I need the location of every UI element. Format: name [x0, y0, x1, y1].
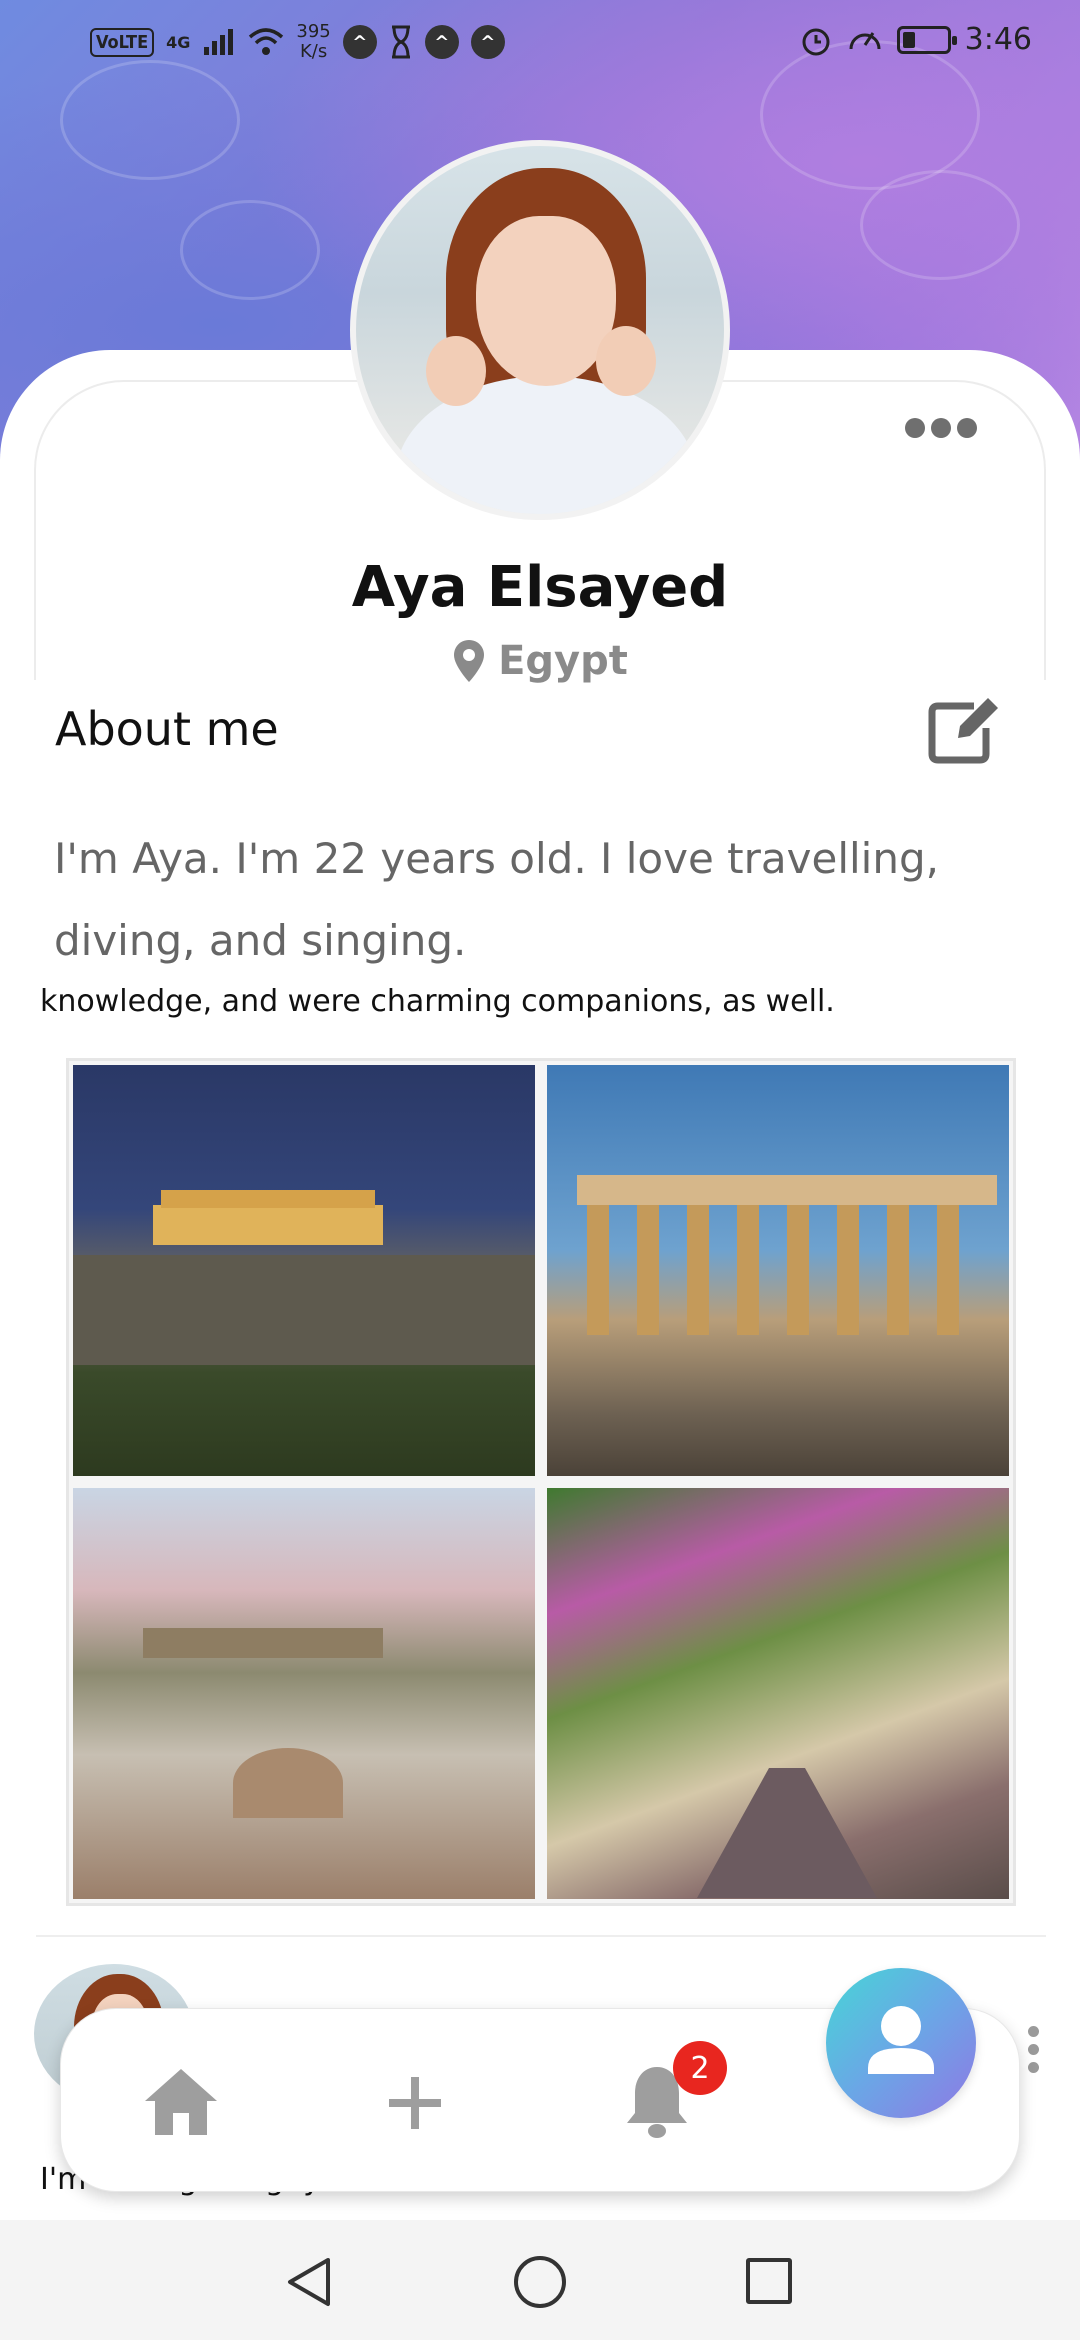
person-icon	[868, 2006, 934, 2074]
alarm-icon	[802, 28, 830, 55]
divider	[36, 1935, 1046, 1937]
about-text: I'm Aya. I'm 22 years old. I love travel…	[54, 834, 939, 965]
edit-icon[interactable]	[928, 694, 1004, 764]
battery-icon	[896, 25, 957, 54]
photo-athens-city[interactable]	[73, 1488, 535, 1899]
post-caption: knowledge, and were charming companions,…	[40, 984, 835, 1019]
notification-app-icon: ^	[424, 25, 459, 59]
profile-avatar[interactable]	[350, 140, 730, 520]
recents-square-icon[interactable]	[746, 2258, 792, 2304]
network-speed: 395 K/s	[296, 22, 330, 62]
signal-icon	[204, 29, 234, 55]
system-navigation-bar	[0, 2220, 1080, 2340]
volte-indicator: VoLTE	[90, 27, 155, 57]
home-icon[interactable]	[141, 2065, 221, 2137]
notification-badge: 2	[673, 2041, 727, 2095]
notification-app-icon: ^	[470, 25, 505, 59]
location-text: Egypt	[498, 638, 628, 684]
photo-acropolis-night[interactable]	[73, 1065, 535, 1476]
hourglass-icon	[391, 25, 410, 59]
more-vertical-icon[interactable]	[1028, 2026, 1039, 2073]
back-triangle-icon[interactable]	[284, 2256, 336, 2308]
more-options-icon[interactable]	[905, 418, 977, 438]
bg-swirl	[180, 200, 320, 300]
speed-unit: K/s	[299, 41, 328, 62]
photo-plaka-street[interactable]	[547, 1488, 1009, 1899]
speedometer-icon	[849, 31, 881, 49]
bg-swirl	[860, 170, 1020, 280]
status-bar: VoLTE 4G 395 K/s ^ ^ ^ 3:46	[0, 0, 1080, 84]
profile-name: Aya Elsayed	[351, 555, 729, 620]
clock: 3:46	[964, 22, 1032, 57]
location-pin-icon	[454, 640, 485, 682]
home-circle-icon[interactable]	[514, 2256, 566, 2308]
profile-fab-button[interactable]	[826, 1968, 976, 2118]
network-type: 4G	[166, 32, 191, 52]
speed-value: 395	[296, 21, 331, 42]
notification-app-icon: ^	[342, 25, 377, 59]
photo-grid	[66, 1058, 1016, 1906]
photo-parthenon[interactable]	[547, 1065, 1009, 1476]
about-title: About me	[55, 702, 279, 756]
profile-location: Egypt	[0, 638, 1080, 684]
plus-icon[interactable]	[387, 2075, 443, 2131]
wifi-icon	[249, 28, 284, 55]
